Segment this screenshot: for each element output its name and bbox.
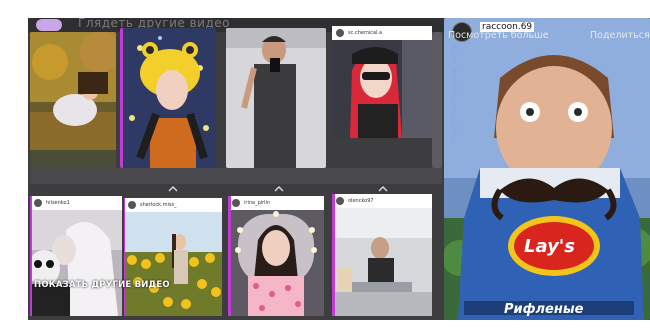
avatar <box>128 201 136 209</box>
story-ring-accent <box>332 194 335 316</box>
story-ring-accent <box>120 28 123 168</box>
tile-sunflower-girl[interactable]: sherlock.miss_ <box>124 198 222 316</box>
story-ring-accent <box>228 196 231 316</box>
chevron-up-icon[interactable] <box>274 186 284 192</box>
tile-red-hair-girl[interactable]: sc.chemical.a <box>332 26 432 138</box>
card-header: sc.chemical.a <box>332 26 432 40</box>
card-username: hilsenko1 <box>46 200 70 206</box>
story-ring-accent <box>30 196 32 316</box>
hashtag-text: #lays #rockthemustache <box>449 42 458 144</box>
tile-office-man[interactable]: olencko97 <box>332 194 432 316</box>
header-pill <box>36 19 62 31</box>
avatar <box>232 199 240 207</box>
avatar <box>34 199 42 207</box>
share-button[interactable]: Поделиться <box>590 30 650 41</box>
card-header: sherlock.miss_ <box>124 198 222 212</box>
mustache-guy-image <box>444 18 650 320</box>
phone-guy-image <box>226 28 326 168</box>
story-header: raccoon.69 Посмотреть больше Поделиться <box>444 18 650 46</box>
grid-scroll-edge <box>432 32 442 168</box>
tile-skull-couple[interactable]: hilsenko1 <box>30 196 122 316</box>
autumn-girl-image <box>30 32 116 168</box>
tile-yellow-hat-girl[interactable] <box>120 28 216 168</box>
card-username: olencko97 <box>348 198 374 204</box>
chevron-up-icon[interactable] <box>168 186 178 192</box>
card-username: irina_pirlin <box>244 200 271 206</box>
chevron-up-icon[interactable] <box>378 186 388 192</box>
sunflower-girl-image <box>124 212 222 316</box>
card-header: olencko97 <box>332 194 432 208</box>
skull-couple-image <box>30 210 122 316</box>
mirror-girl-image <box>228 210 324 316</box>
card-username: sc.chemical.a <box>348 30 383 36</box>
story-viewer: Lay's Рифленые <box>444 18 650 320</box>
avatar <box>336 197 344 205</box>
card-username: sherlock.miss_ <box>140 202 177 208</box>
red-hair-girl-image <box>332 40 432 138</box>
watch-more-button[interactable]: Посмотреть больше <box>448 30 549 41</box>
video-browser-panel: Глядеть другие видео sc.chemical.a hilse… <box>28 18 650 320</box>
avatar <box>336 29 344 37</box>
show-more-videos-button[interactable]: ПОКАЗАТЬ ДРУГИЕ ВИДЕО <box>34 280 170 290</box>
tile-mirror-girl[interactable]: irina_pirlin <box>228 196 324 316</box>
card-header: irina_pirlin <box>228 196 324 210</box>
office-man-image <box>332 208 432 316</box>
tile-autumn-girl[interactable] <box>30 32 116 168</box>
lays-logo-text: Lay's <box>524 236 576 257</box>
story-ring-accent <box>124 198 125 316</box>
product-text: Рифленые <box>504 302 584 317</box>
row-divider <box>30 168 442 184</box>
yellow-hat-girl-image <box>120 28 216 168</box>
tile-phone-guy[interactable] <box>226 28 326 168</box>
card-header: hilsenko1 <box>30 196 122 210</box>
